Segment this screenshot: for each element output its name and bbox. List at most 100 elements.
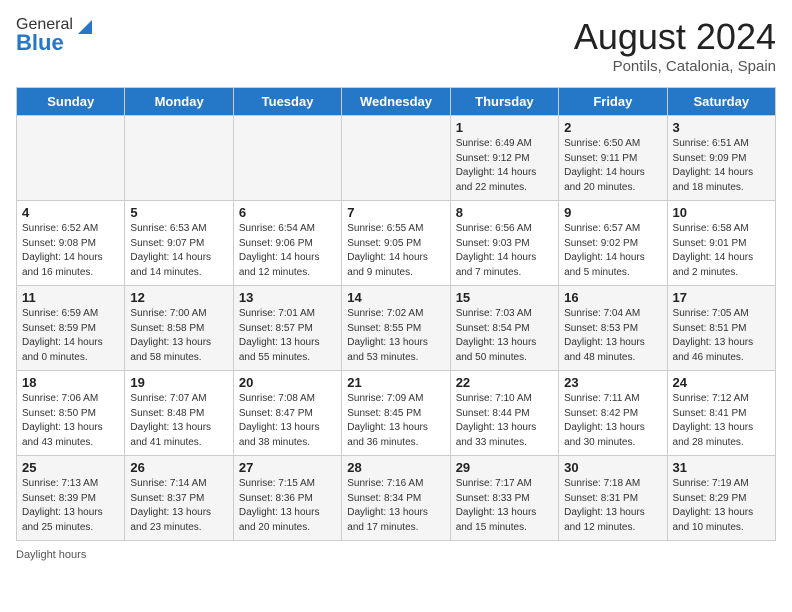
day-info: Sunrise: 7:18 AM Sunset: 8:31 PM Dayligh… bbox=[564, 477, 661, 535]
day-info: Sunrise: 7:11 AM Sunset: 8:42 PM Dayligh… bbox=[564, 392, 661, 450]
day-number: 18 bbox=[22, 375, 119, 390]
day-number: 10 bbox=[673, 205, 770, 220]
calendar-cell: 1Sunrise: 6:49 AM Sunset: 9:12 PM Daylig… bbox=[450, 116, 558, 201]
day-number: 16 bbox=[564, 290, 661, 305]
day-info: Sunrise: 7:03 AM Sunset: 8:54 PM Dayligh… bbox=[456, 307, 553, 365]
day-info: Sunrise: 7:02 AM Sunset: 8:55 PM Dayligh… bbox=[347, 307, 444, 365]
calendar-week-row: 1Sunrise: 6:49 AM Sunset: 9:12 PM Daylig… bbox=[17, 116, 776, 201]
day-info: Sunrise: 7:17 AM Sunset: 8:33 PM Dayligh… bbox=[456, 477, 553, 535]
calendar-cell: 20Sunrise: 7:08 AM Sunset: 8:47 PM Dayli… bbox=[233, 371, 341, 456]
day-info: Sunrise: 6:57 AM Sunset: 9:02 PM Dayligh… bbox=[564, 222, 661, 280]
calendar-cell: 15 Sunrise: 7:03 AM Sunset: 8:54 PM Dayli… bbox=[450, 286, 558, 371]
day-info: Sunrise: 7:14 AM Sunset: 8:37 PM Dayligh… bbox=[130, 477, 227, 535]
day-number: 2 bbox=[564, 120, 661, 135]
calendar-cell: 13 Sunrise: 7:01 AM Sunset: 8:57 PM Dayli… bbox=[233, 286, 341, 371]
day-info: Sunrise: 7:01 AM Sunset: 8:57 PM Dayligh… bbox=[239, 307, 336, 365]
day-info: Sunrise: 7:16 AM Sunset: 8:34 PM Dayligh… bbox=[347, 477, 444, 535]
day-info: Sunrise: 7:15 AM Sunset: 8:36 PM Dayligh… bbox=[239, 477, 336, 535]
day-number: 20 bbox=[239, 375, 336, 390]
calendar-cell: 26Sunrise: 7:14 AM Sunset: 8:37 PM Dayli… bbox=[125, 456, 233, 541]
day-number: 8 bbox=[456, 205, 553, 220]
day-number: 14 bbox=[347, 290, 444, 305]
calendar-cell bbox=[17, 116, 125, 201]
calendar-cell: 30 Sunrise: 7:18 AM Sunset: 8:31 PM Dayli… bbox=[559, 456, 667, 541]
calendar-cell: 9Sunrise: 6:57 AM Sunset: 9:02 PM Daylig… bbox=[559, 201, 667, 286]
calendar-week-row: 11 Sunrise: 6:59 AM Sunset: 8:59 PM Dayli… bbox=[17, 286, 776, 371]
page-header: General Blue August 2024 Pontils, Catalo… bbox=[16, 16, 776, 75]
day-number: 17 bbox=[673, 290, 770, 305]
day-number: 1 bbox=[456, 120, 553, 135]
day-info: Sunrise: 6:59 AM Sunset: 8:59 PM Dayligh… bbox=[22, 307, 119, 365]
logo-arrow-icon bbox=[74, 16, 92, 34]
calendar-cell: 4Sunrise: 6:52 AM Sunset: 9:08 PM Daylig… bbox=[17, 201, 125, 286]
day-number: 21 bbox=[347, 375, 444, 390]
calendar-cell: 14 Sunrise: 7:02 AM Sunset: 8:55 PM Dayli… bbox=[342, 286, 450, 371]
day-info: Sunrise: 7:05 AM Sunset: 8:51 PM Dayligh… bbox=[673, 307, 770, 365]
logo-blue-text: Blue bbox=[16, 30, 64, 56]
calendar-cell: 28Sunrise: 7:16 AM Sunset: 8:34 PM Dayli… bbox=[342, 456, 450, 541]
calendar-cell: 24Sunrise: 7:12 AM Sunset: 8:41 PM Dayli… bbox=[667, 371, 775, 456]
day-number: 19 bbox=[130, 375, 227, 390]
calendar-cell: 7Sunrise: 6:55 AM Sunset: 9:05 PM Daylig… bbox=[342, 201, 450, 286]
calendar-day-header: Saturday bbox=[667, 88, 775, 116]
day-info: Sunrise: 6:50 AM Sunset: 9:11 PM Dayligh… bbox=[564, 137, 661, 195]
location-text: Pontils, Catalonia, Spain bbox=[574, 58, 776, 75]
calendar-week-row: 25 Sunrise: 7:13 AM Sunset: 8:39 PM Dayli… bbox=[17, 456, 776, 541]
day-info: Sunrise: 6:52 AM Sunset: 9:08 PM Dayligh… bbox=[22, 222, 119, 280]
day-info: Sunrise: 6:55 AM Sunset: 9:05 PM Dayligh… bbox=[347, 222, 444, 280]
calendar-cell bbox=[125, 116, 233, 201]
calendar-day-header: Tuesday bbox=[233, 88, 341, 116]
day-number: 30 bbox=[564, 460, 661, 475]
day-number: 13 bbox=[239, 290, 336, 305]
day-info: Sunrise: 6:54 AM Sunset: 9:06 PM Dayligh… bbox=[239, 222, 336, 280]
calendar-cell: 2 Sunrise: 6:50 AM Sunset: 9:11 PM Daylig… bbox=[559, 116, 667, 201]
calendar-cell: 31 Sunrise: 7:19 AM Sunset: 8:29 PM Dayli… bbox=[667, 456, 775, 541]
calendar-cell: 21 Sunrise: 7:09 AM Sunset: 8:45 PM Dayli… bbox=[342, 371, 450, 456]
day-info: Sunrise: 7:19 AM Sunset: 8:29 PM Dayligh… bbox=[673, 477, 770, 535]
calendar-cell: 25 Sunrise: 7:13 AM Sunset: 8:39 PM Dayli… bbox=[17, 456, 125, 541]
calendar-week-row: 18Sunrise: 7:06 AM Sunset: 8:50 PM Dayli… bbox=[17, 371, 776, 456]
calendar-cell: 10 Sunrise: 6:58 AM Sunset: 9:01 PM Dayli… bbox=[667, 201, 775, 286]
calendar-cell: 29 Sunrise: 7:17 AM Sunset: 8:33 PM Dayli… bbox=[450, 456, 558, 541]
day-number: 6 bbox=[239, 205, 336, 220]
calendar-cell: 19Sunrise: 7:07 AM Sunset: 8:48 PM Dayli… bbox=[125, 371, 233, 456]
day-number: 11 bbox=[22, 290, 119, 305]
day-number: 22 bbox=[456, 375, 553, 390]
calendar-cell bbox=[233, 116, 341, 201]
calendar-week-row: 4Sunrise: 6:52 AM Sunset: 9:08 PM Daylig… bbox=[17, 201, 776, 286]
day-info: Sunrise: 7:09 AM Sunset: 8:45 PM Dayligh… bbox=[347, 392, 444, 450]
logo: General Blue bbox=[16, 16, 92, 56]
day-info: Sunrise: 7:10 AM Sunset: 8:44 PM Dayligh… bbox=[456, 392, 553, 450]
day-number: 15 bbox=[456, 290, 553, 305]
calendar-day-header: Monday bbox=[125, 88, 233, 116]
day-number: 5 bbox=[130, 205, 227, 220]
calendar-cell: 5 Sunrise: 6:53 AM Sunset: 9:07 PM Daylig… bbox=[125, 201, 233, 286]
calendar-cell: 17 Sunrise: 7:05 AM Sunset: 8:51 PM Dayli… bbox=[667, 286, 775, 371]
calendar-cell: 18Sunrise: 7:06 AM Sunset: 8:50 PM Dayli… bbox=[17, 371, 125, 456]
day-number: 12 bbox=[130, 290, 227, 305]
calendar-header-row: SundayMondayTuesdayWednesdayThursdayFrid… bbox=[17, 88, 776, 116]
calendar-cell: 6 Sunrise: 6:54 AM Sunset: 9:06 PM Daylig… bbox=[233, 201, 341, 286]
day-info: Sunrise: 7:13 AM Sunset: 8:39 PM Dayligh… bbox=[22, 477, 119, 535]
day-info: Sunrise: 7:12 AM Sunset: 8:41 PM Dayligh… bbox=[673, 392, 770, 450]
footer: Daylight hours bbox=[16, 549, 776, 561]
calendar-day-header: Friday bbox=[559, 88, 667, 116]
day-number: 29 bbox=[456, 460, 553, 475]
day-number: 31 bbox=[673, 460, 770, 475]
day-info: Sunrise: 7:04 AM Sunset: 8:53 PM Dayligh… bbox=[564, 307, 661, 365]
calendar-cell: 22 Sunrise: 7:10 AM Sunset: 8:44 PM Dayli… bbox=[450, 371, 558, 456]
calendar-cell: 27 Sunrise: 7:15 AM Sunset: 8:36 PM Dayli… bbox=[233, 456, 341, 541]
calendar-cell: 3 Sunrise: 6:51 AM Sunset: 9:09 PM Daylig… bbox=[667, 116, 775, 201]
day-info: Sunrise: 7:00 AM Sunset: 8:58 PM Dayligh… bbox=[130, 307, 227, 365]
calendar-cell: 12 Sunrise: 7:00 AM Sunset: 8:58 PM Dayli… bbox=[125, 286, 233, 371]
day-number: 3 bbox=[673, 120, 770, 135]
day-info: Sunrise: 6:58 AM Sunset: 9:01 PM Dayligh… bbox=[673, 222, 770, 280]
calendar-cell: 11 Sunrise: 6:59 AM Sunset: 8:59 PM Dayli… bbox=[17, 286, 125, 371]
day-info: Sunrise: 6:53 AM Sunset: 9:07 PM Dayligh… bbox=[130, 222, 227, 280]
title-block: August 2024 Pontils, Catalonia, Spain bbox=[574, 16, 776, 75]
calendar-cell: 8Sunrise: 6:56 AM Sunset: 9:03 PM Daylig… bbox=[450, 201, 558, 286]
day-number: 25 bbox=[22, 460, 119, 475]
day-info: Sunrise: 6:51 AM Sunset: 9:09 PM Dayligh… bbox=[673, 137, 770, 195]
day-number: 23 bbox=[564, 375, 661, 390]
day-number: 27 bbox=[239, 460, 336, 475]
